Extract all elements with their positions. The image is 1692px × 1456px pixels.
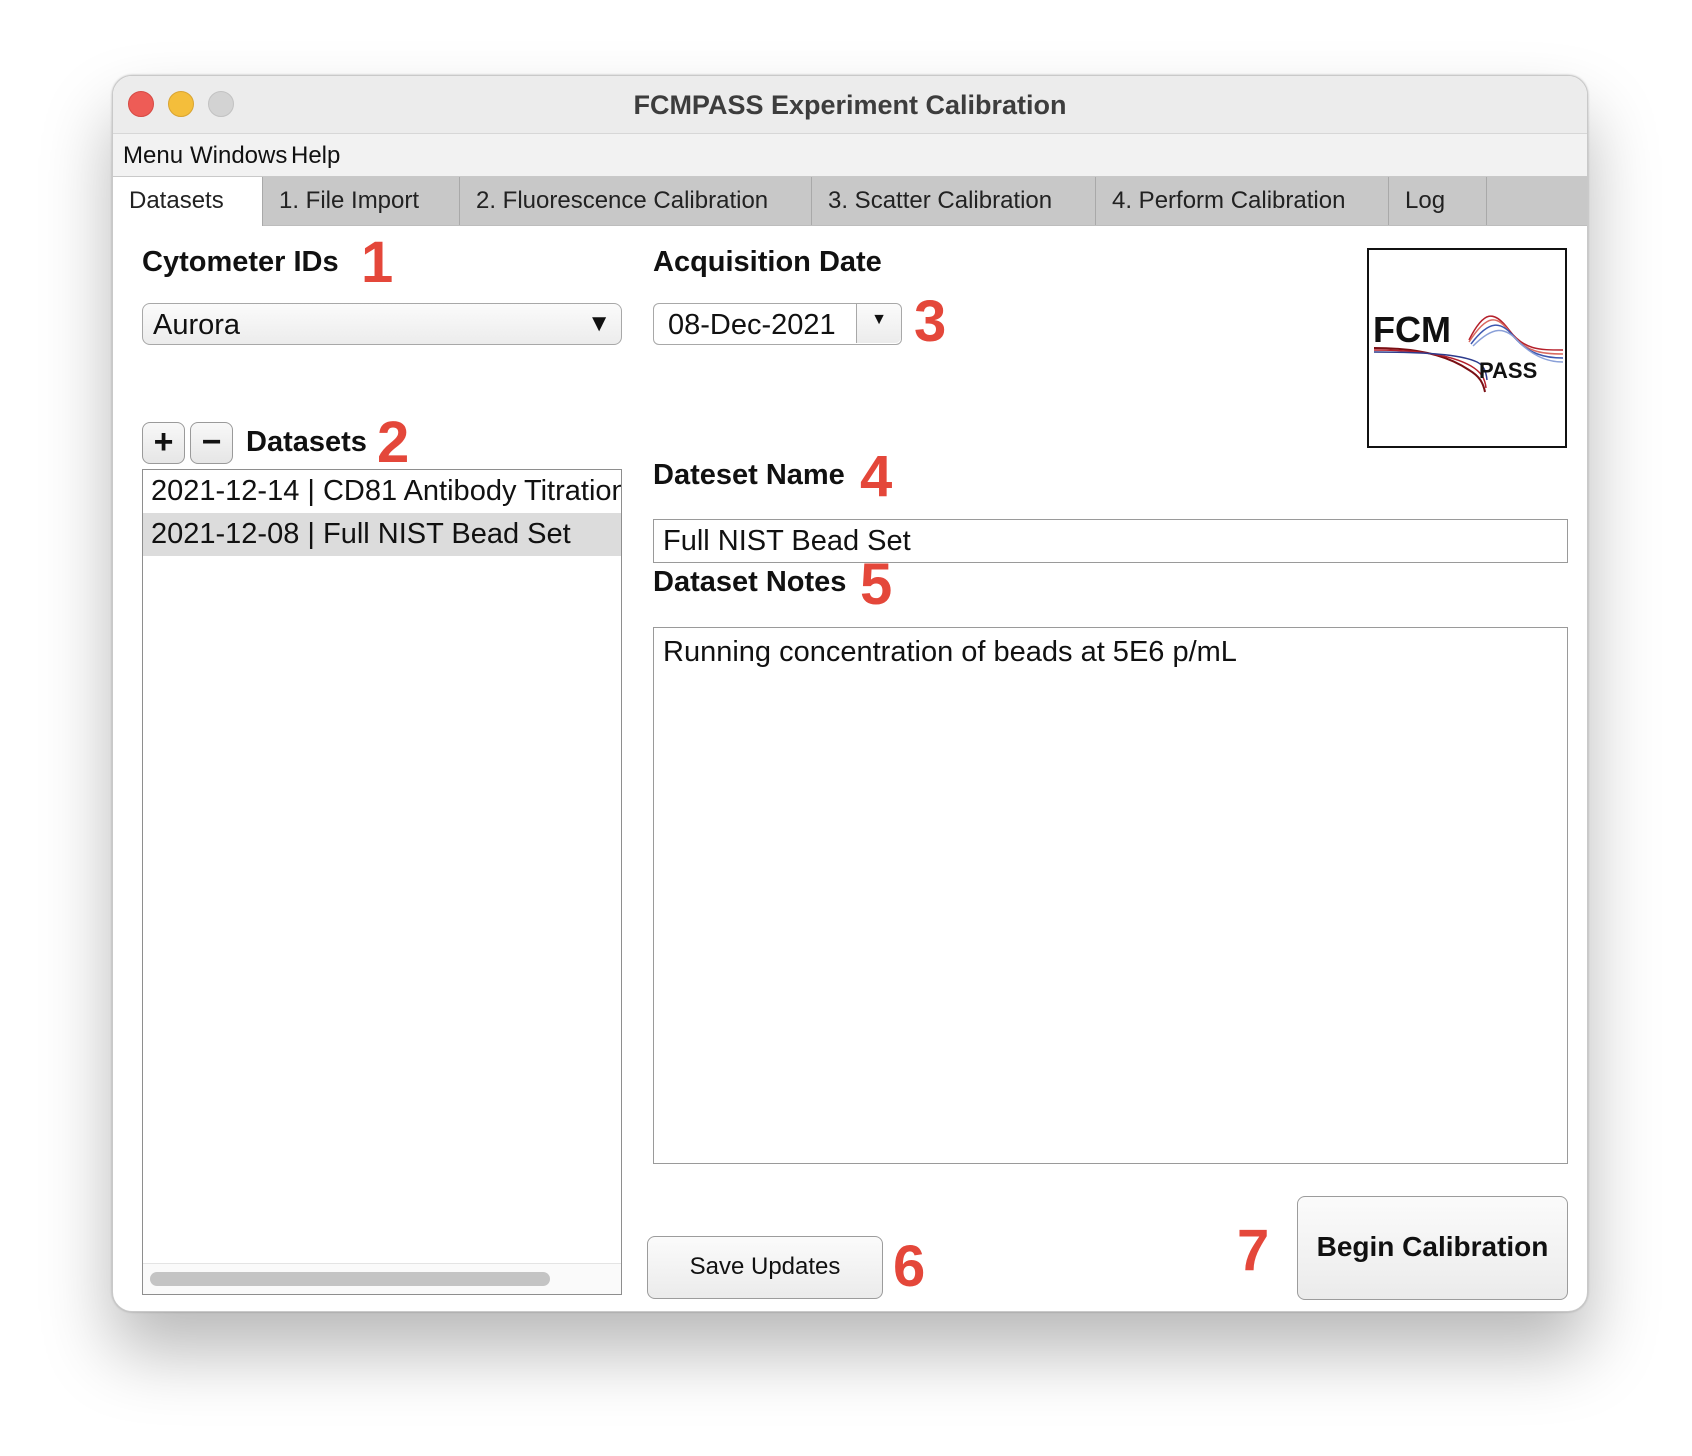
menu-item-menu[interactable]: Menu [123,142,183,170]
logo-fcm-text: FCM [1373,309,1451,350]
logo-pass-text: PASS [1479,358,1537,383]
caret-down-icon: ▼ [871,311,887,328]
annotation-badge-7: 7 [1237,1218,1270,1283]
annotation-badge-3: 3 [914,289,947,354]
datasets-list[interactable]: 2021-12-14 | CD81 Antibody Titration 202… [142,469,622,1295]
cytometer-select[interactable]: Aurora ▼ [142,303,622,345]
menu-item-help[interactable]: Help [291,142,340,170]
dataset-notes-textarea[interactable]: Running concentration of beads at 5E6 p/… [653,627,1568,1164]
date-dropdown-button[interactable]: ▼ [856,304,901,343]
menu-item-windows[interactable]: Windows [190,142,287,170]
title-bar[interactable]: FCMPASS Experiment Calibration [113,76,1587,134]
fcmpass-logo-graphic: FCM PASS [1373,309,1564,393]
annotation-badge-1: 1 [361,230,394,295]
tab-datasets[interactable]: Datasets [113,177,263,226]
app-window: FCMPASS Experiment Calibration Menu Wind… [112,75,1588,1312]
tab-scatter-calibration[interactable]: 3. Scatter Calibration [812,177,1096,225]
tab-fluorescence-calibration[interactable]: 2. Fluorescence Calibration [460,177,812,225]
dataset-list-item-selected[interactable]: 2021-12-08 | Full NIST Bead Set [143,513,621,556]
add-dataset-button[interactable]: + [142,422,185,464]
dataset-list-item[interactable]: 2021-12-14 | CD81 Antibody Titration [143,470,621,513]
dataset-notes-value: Running concentration of beads at 5E6 p/… [663,636,1237,668]
tab-perform-calibration[interactable]: 4. Perform Calibration [1096,177,1389,225]
dataset-name-input[interactable]: Full NIST Bead Set [653,519,1568,563]
fcmpass-logo: FCM PASS [1367,248,1567,448]
save-updates-button[interactable]: Save Updates [647,1236,883,1299]
cytometer-select-value: Aurora [153,309,241,341]
tab-log[interactable]: Log [1389,177,1487,225]
tab-bar: Datasets 1. File Import 2. Fluorescence … [113,177,1587,226]
remove-dataset-button[interactable]: − [190,422,233,464]
annotation-badge-6: 6 [893,1234,926,1299]
datasets-label: Datasets [246,426,367,458]
annotation-badge-2: 2 [377,410,410,475]
triangle-down-icon: ▼ [587,310,611,337]
scrollbar-thumb[interactable] [150,1272,550,1286]
menu-bar: Menu Windows Help [113,134,1587,177]
horizontal-scrollbar[interactable] [143,1263,621,1294]
dataset-notes-label: Dataset Notes [653,566,847,598]
dataset-name-label: Dateset Name [653,459,845,491]
window-title: FCMPASS Experiment Calibration [633,90,1067,120]
annotation-badge-4: 4 [860,444,893,509]
acquisition-date-value: 08-Dec-2021 [668,309,836,341]
acquisition-date-label: Acquisition Date [653,246,882,278]
annotation-badge-5: 5 [860,552,893,617]
cytometer-ids-label: Cytometer IDs [142,246,339,278]
begin-calibration-button[interactable]: Begin Calibration [1297,1196,1568,1300]
acquisition-date-picker[interactable]: 08-Dec-2021 ▼ [653,303,902,345]
tab-file-import[interactable]: 1. File Import [263,177,460,225]
